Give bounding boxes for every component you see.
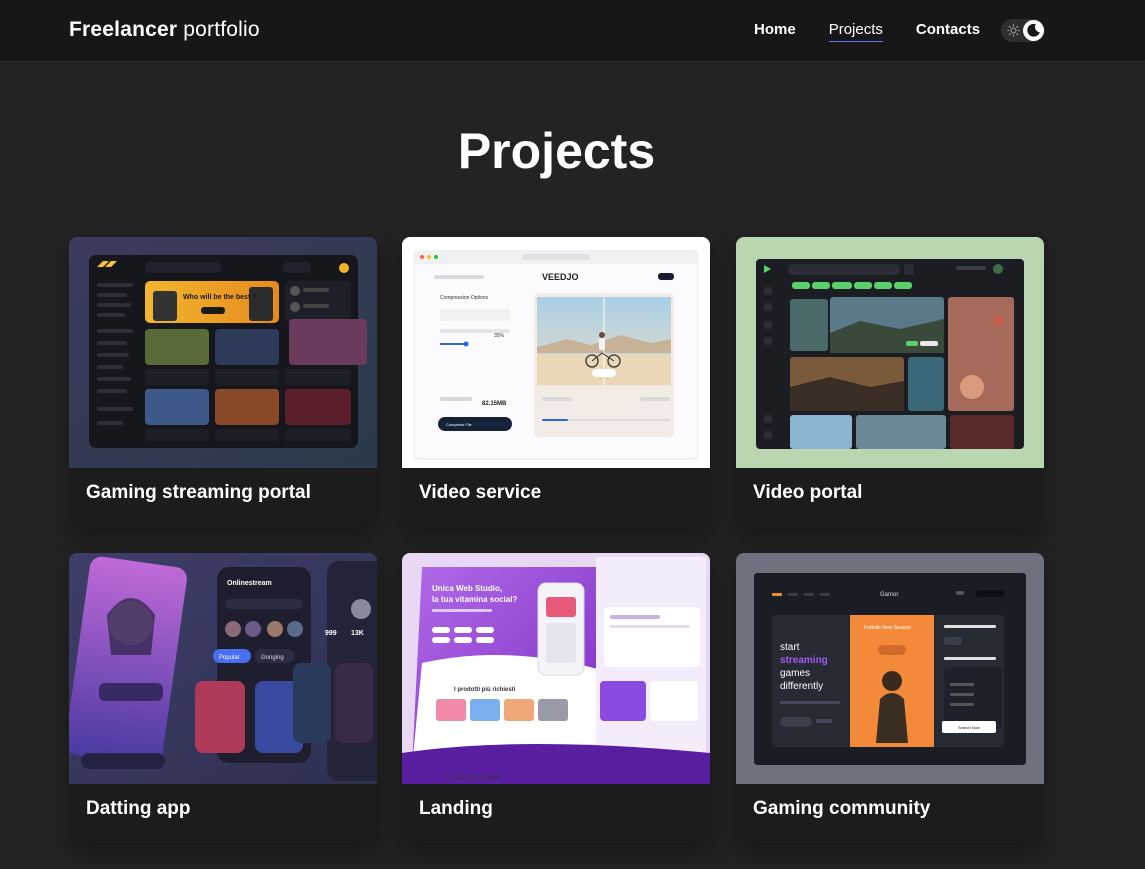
nav-link-contacts[interactable]: Contacts — [916, 21, 980, 42]
project-title: Video portal — [753, 482, 863, 503]
likes-count: 13K — [351, 630, 364, 637]
video-service-logo: VEEDJO — [542, 272, 579, 282]
project-thumbnail: Onlinestream Popular Gonging 999 13K — [69, 553, 377, 784]
landing-heading-line2: la tua vitamina social? — [432, 595, 517, 604]
toggle-knob — [1023, 20, 1044, 41]
gaming-community-logo: Gamor — [880, 592, 898, 598]
brand-name-light: portfolio — [183, 18, 260, 41]
dating-app-name: Onlinestream — [227, 580, 272, 587]
top-navigation-bar: Freelancer portfolio Home Projects Conta… — [0, 0, 1145, 62]
file-size: 82.15MB — [482, 401, 507, 407]
page-title: Projects — [457, 123, 656, 179]
project-thumbnail: Who will be the best ? — [69, 237, 377, 468]
moon-icon — [1027, 23, 1040, 37]
project-thumbnail: VEEDJO Compression Options 35% 82.15MB C… — [402, 237, 710, 468]
project-card-datting-app[interactable]: Onlinestream Popular Gonging 999 13K Dat… — [69, 553, 377, 843]
project-thumbnail — [736, 237, 1044, 468]
banner-heading: Who will be the best ? — [183, 294, 257, 301]
compression-percent: 35% — [494, 333, 505, 339]
nav-link-projects[interactable]: Projects — [828, 21, 883, 42]
project-title: Gaming community — [753, 798, 931, 819]
hero-line-3: games — [780, 668, 810, 679]
search-now-button: Search Now — [958, 725, 980, 730]
project-card-landing[interactable]: Unica Web Studio, la tua vitamina social… — [402, 553, 710, 843]
compression-panel-title: Compression Options — [440, 295, 489, 301]
brand-name-bold: Freelancer — [69, 18, 178, 41]
gonging-chip: Gonging — [261, 655, 284, 661]
project-card-video-service[interactable]: VEEDJO Compression Options 35% 82.15MB C… — [402, 237, 710, 527]
hero-line-4: differently — [780, 681, 823, 692]
services-heading: I servizi più completi — [446, 775, 500, 781]
project-card-video-portal[interactable]: Video portal — [736, 237, 1044, 527]
products-heading: I prodotti più richiesti — [454, 687, 516, 693]
project-title: Datting app — [86, 798, 191, 819]
nav-link-home[interactable]: Home — [754, 21, 796, 42]
popular-chip: Popular — [219, 655, 240, 661]
hero-line-1: start — [780, 642, 800, 653]
featured-card-title: Fortnite New Season — [864, 625, 911, 631]
project-thumbnail: Gamor start streaming games differently … — [736, 553, 1044, 784]
brand-logo[interactable]: Freelancer portfolio — [69, 18, 260, 42]
hero-line-2: streaming — [780, 655, 828, 666]
main-nav: Home Projects Contacts — [754, 21, 980, 42]
project-thumbnail: Unica Web Studio, la tua vitamina social… — [402, 553, 710, 784]
project-title: Landing — [419, 798, 493, 819]
project-title: Video service — [419, 482, 542, 503]
project-title: Gaming streaming portal — [86, 482, 311, 503]
theme-toggle[interactable] — [1001, 19, 1045, 42]
project-card-gaming-streaming-portal[interactable]: Who will be the best ? Gaming streaming … — [69, 237, 377, 527]
followers-count: 999 — [325, 630, 337, 637]
sun-icon — [1007, 24, 1020, 37]
project-card-gaming-community[interactable]: Gamor start streaming games differently … — [736, 553, 1044, 843]
compress-button: Compress File — [446, 422, 473, 427]
landing-heading-line1: Unica Web Studio, — [432, 584, 502, 593]
